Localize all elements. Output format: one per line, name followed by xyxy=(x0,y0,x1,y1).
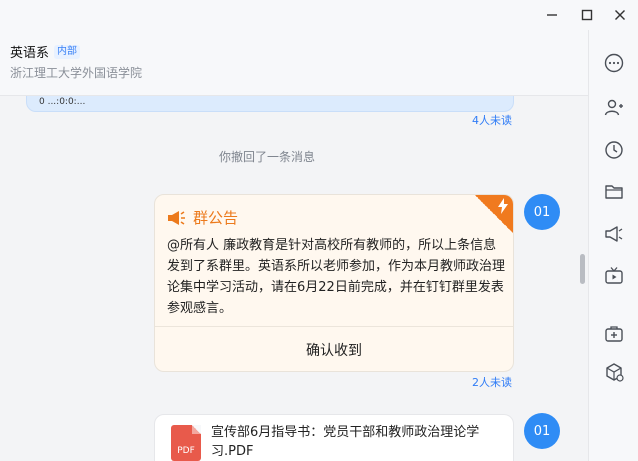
confirm-received-button[interactable]: 确认收到 xyxy=(155,327,513,371)
add-member-icon[interactable] xyxy=(602,96,626,120)
unread-count[interactable]: 4人未读 xyxy=(472,112,512,128)
unread-count[interactable]: 2人未读 xyxy=(472,374,512,390)
message-list[interactable]: 0 ...:0:0:... 4人未读 你撤回了一条消息 01 群公告 @所有人 … xyxy=(0,96,588,461)
internal-tag: 内部 xyxy=(54,44,81,59)
window-title-bar xyxy=(0,0,638,30)
announcement-icon[interactable] xyxy=(602,222,626,246)
group-title[interactable]: 英语系 xyxy=(10,42,49,61)
add-app-icon[interactable] xyxy=(602,322,626,346)
history-icon[interactable] xyxy=(602,138,626,162)
announcement-header: 群公告 xyxy=(167,207,238,228)
previous-message-text: 0 ...:0:0:... xyxy=(39,97,86,107)
announcement-card[interactable]: 群公告 @所有人 廉政教育是针对高校所有教师的，所以上条信息发到了系群里。英语系… xyxy=(154,194,514,372)
live-icon[interactable] xyxy=(602,264,626,288)
scrollbar-thumb[interactable] xyxy=(580,254,585,284)
group-subtitle: 浙江理工大学外国语学院 xyxy=(10,66,143,80)
close-icon[interactable] xyxy=(606,4,634,26)
folder-icon[interactable] xyxy=(602,180,626,204)
announcement-body: @所有人 廉政教育是针对高校所有教师的，所以上条信息发到了系群里。英语系所以老师… xyxy=(167,238,506,316)
previous-message-bubble[interactable]: 0 ...:0:0:... xyxy=(26,96,514,112)
avatar[interactable]: 01 xyxy=(524,413,560,449)
app-box-icon[interactable] xyxy=(602,360,626,384)
recall-notice: 你撤回了一条消息 xyxy=(218,150,315,164)
lightning-icon xyxy=(498,198,508,214)
right-sidebar xyxy=(588,30,638,461)
file-message-card[interactable]: PDF 宣传部6月指导书：党员干部和教师政治理论学习.PDF xyxy=(154,414,514,461)
avatar[interactable]: 01 xyxy=(524,194,560,230)
maximize-icon[interactable] xyxy=(573,4,601,26)
file-type-label: PDF xyxy=(177,446,195,456)
announcement-title: 群公告 xyxy=(193,209,239,227)
announcement-corner-badge xyxy=(475,195,513,233)
file-name[interactable]: 宣传部6月指导书：党员干部和教师政治理论学习.PDF xyxy=(211,423,501,461)
more-icon[interactable] xyxy=(602,51,626,75)
pdf-file-icon: PDF xyxy=(171,425,201,461)
minimize-icon[interactable] xyxy=(538,4,566,26)
chat-header: 英语系 内部 浙江理工大学外国语学院 xyxy=(0,30,588,96)
group-title-row[interactable]: 英语系 内部 xyxy=(10,42,81,61)
megaphone-icon xyxy=(168,210,185,225)
